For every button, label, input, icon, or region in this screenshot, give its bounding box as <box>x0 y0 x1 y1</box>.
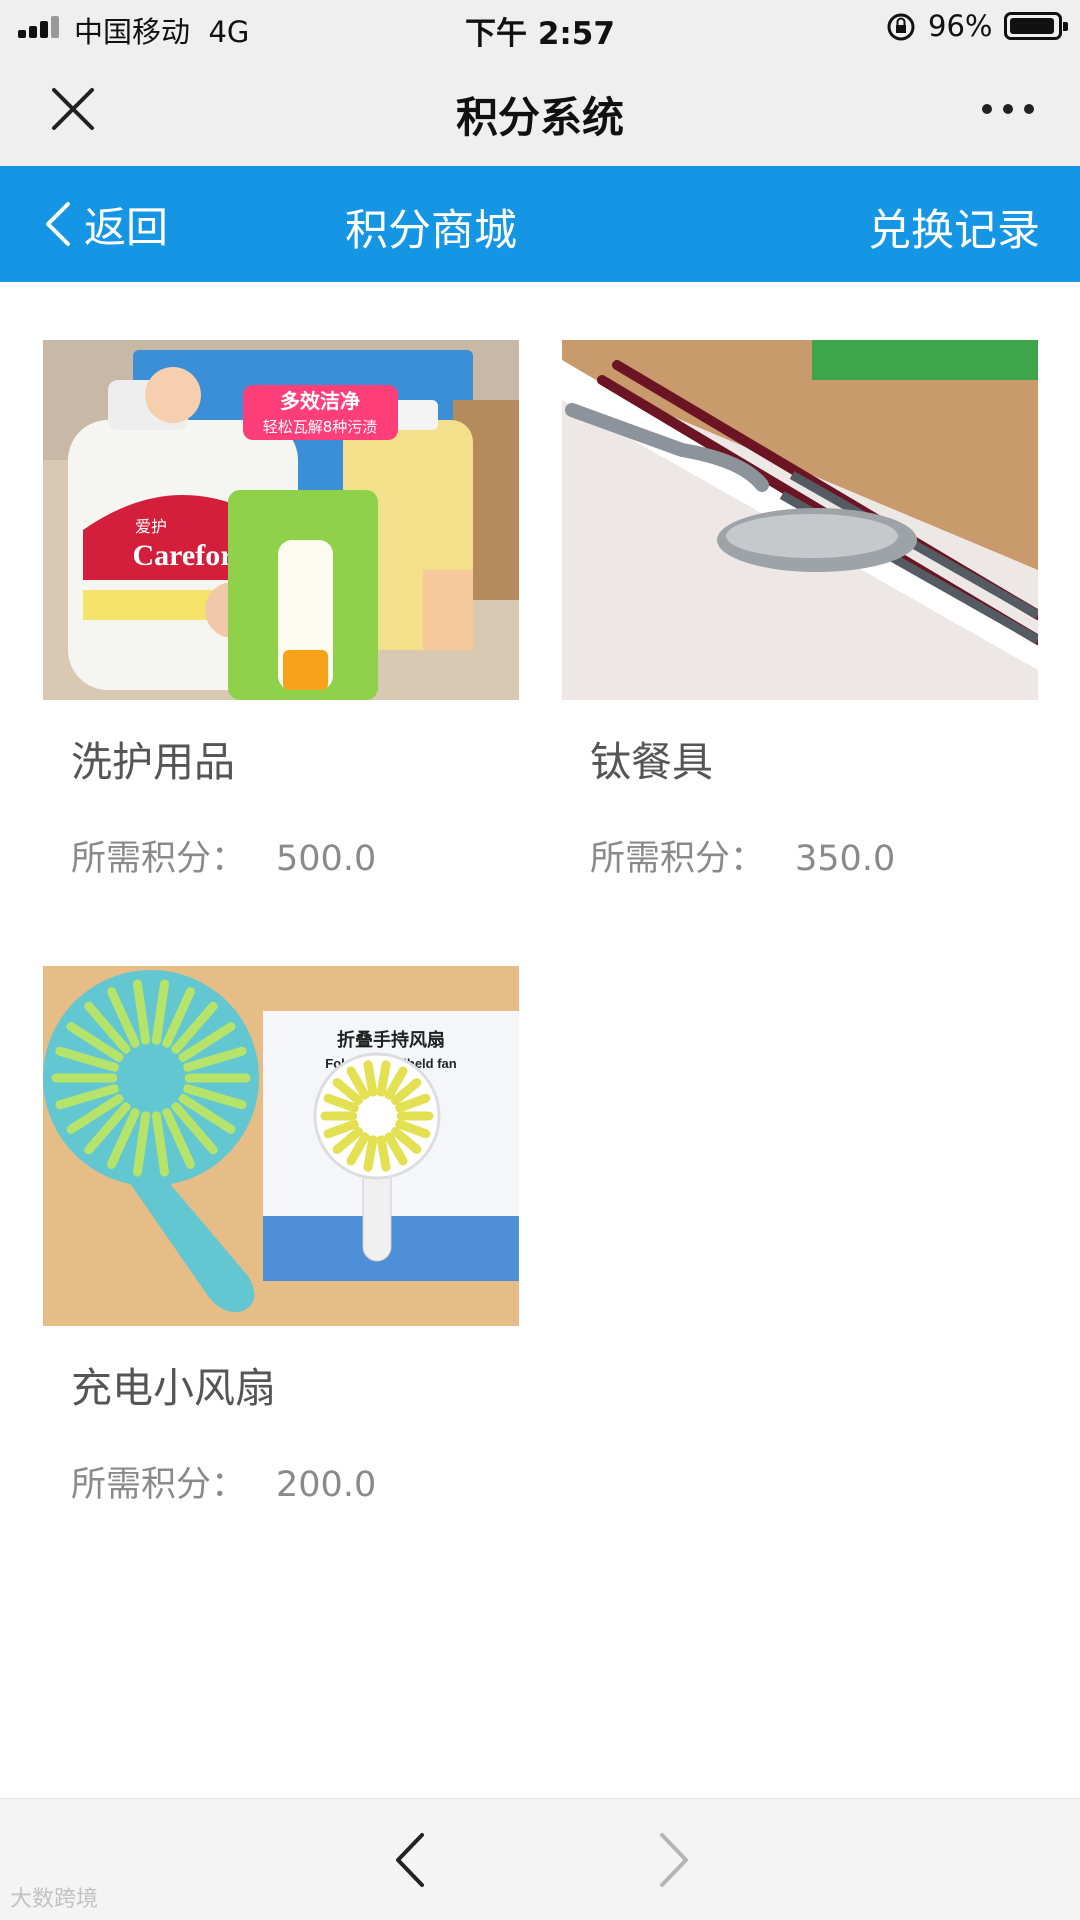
status-time: 下午 2:57 <box>465 16 615 52</box>
product-card[interactable]: 钛餐具 所需积分： 350.0 <box>562 340 1038 881</box>
battery-percent: 96% <box>928 9 993 43</box>
battery-icon <box>1004 12 1068 40</box>
rotation-lock-icon <box>887 13 915 41</box>
points-label: 所需积分： <box>71 839 247 879</box>
points-row: 所需积分： 350.0 <box>590 830 1038 881</box>
brand-text: Carefor <box>132 539 233 572</box>
product-name: 充电小风扇 <box>71 1364 276 1412</box>
status-bar: 中国移动 4G 下午 2:57 96% <box>0 0 1080 54</box>
promo-text-1: 多效洁净 <box>280 389 360 413</box>
product-card[interactable]: 折叠手持风扇 Folding handheld fan 充电小风扇 所需积分： 2… <box>43 966 519 1507</box>
wechat-title-bar: 积分系统 <box>0 54 1080 166</box>
points-value: 200.0 <box>276 1465 377 1505</box>
promo-text-2: 轻松瓦解8种污渍 <box>263 418 378 436</box>
page-title: 积分商城 <box>345 206 517 256</box>
product-image: Carefor 爱护 多效洁净 轻松瓦解8种污渍 <box>43 340 519 700</box>
brand-cn-text: 爱护 <box>135 517 167 536</box>
product-image: 折叠手持风扇 Folding handheld fan <box>43 966 519 1326</box>
wechat-page-title: 积分系统 <box>455 93 624 142</box>
fan-box-cn-text: 折叠手持风扇 <box>337 1029 445 1051</box>
watermark: 大数跨境 <box>10 1887 99 1912</box>
points-value: 500.0 <box>276 839 377 879</box>
points-row: 所需积分： 200.0 <box>71 1456 519 1507</box>
points-value: 350.0 <box>795 839 896 879</box>
product-name: 钛餐具 <box>590 738 713 786</box>
chevron-left-icon[interactable] <box>388 1827 432 1893</box>
exchange-history-link[interactable]: 兑换记录 <box>868 196 1040 258</box>
product-card[interactable]: Carefor 爱护 多效洁净 轻松瓦解8种污渍 洗护用品 所需积分： 500.0 <box>43 340 519 881</box>
product-image <box>562 340 1038 700</box>
points-label: 所需积分： <box>71 1465 247 1505</box>
product-name: 洗护用品 <box>71 738 235 786</box>
app-header: 返回 积分商城 兑换记录 <box>0 166 1080 282</box>
points-row: 所需积分： 500.0 <box>71 830 519 881</box>
bottom-navigation: 大数跨境 <box>0 1798 1080 1920</box>
more-dots-icon[interactable] <box>978 92 1038 126</box>
points-label: 所需积分： <box>590 839 766 879</box>
chevron-right-icon[interactable] <box>652 1827 696 1893</box>
battery-fill <box>1010 18 1054 34</box>
